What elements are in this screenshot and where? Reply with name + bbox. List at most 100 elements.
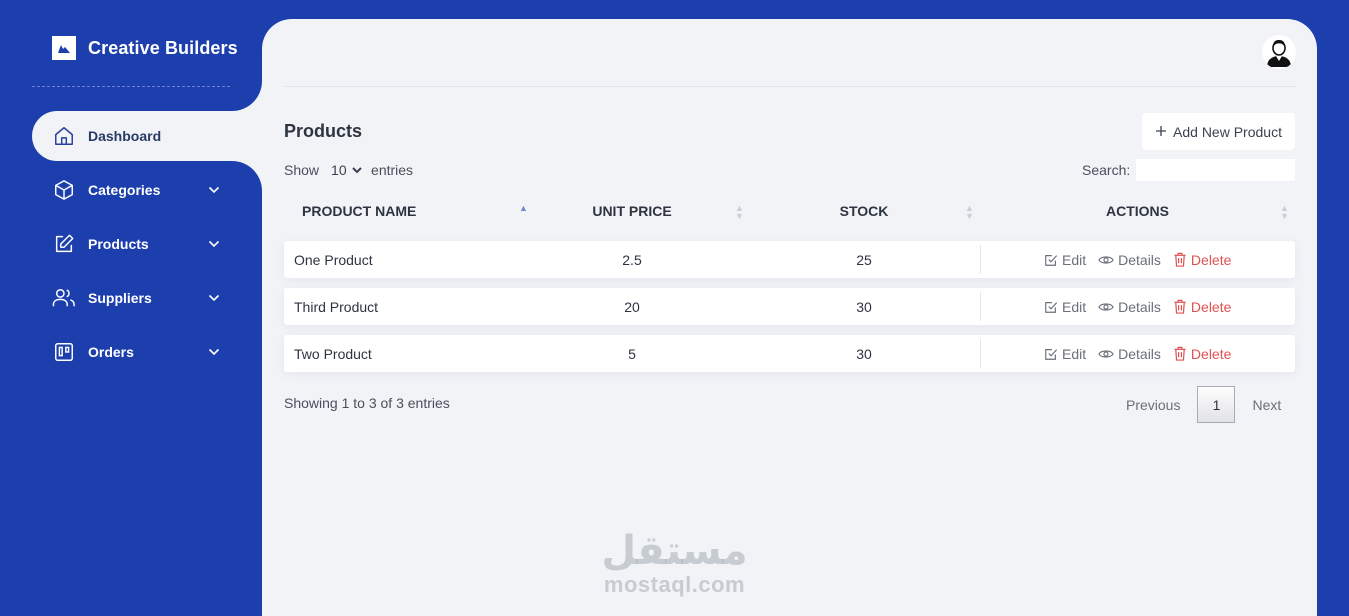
sidebar-item-label: Dashboard [88,128,162,144]
sort-both-icon: ▲ ▼ [965,203,974,221]
trash-icon [1174,299,1186,314]
edit-label: Edit [1062,345,1087,362]
edit-button[interactable]: Edit [1044,252,1086,268]
search-input[interactable] [1136,159,1296,181]
column-header-unit-price[interactable]: UNIT PRICE ▲ ▼ [532,191,744,231]
table-row[interactable]: Third Product 20 30 Edit Details Delete [284,288,1295,325]
column-header-label: ACTIONS [1106,203,1169,219]
actions-divider [980,292,981,321]
box-icon [52,178,76,202]
delete-button[interactable]: Delete [1173,299,1231,315]
delete-label: Delete [1190,345,1232,362]
product-name-cell: One Product [294,251,373,268]
user-avatar[interactable] [1262,35,1296,69]
brand-divider [32,86,240,87]
delete-label: Delete [1190,298,1232,315]
user-avatar-icon [1267,40,1291,67]
table-search: Search: [1082,159,1296,181]
edit-check-icon [1045,254,1058,266]
table-row[interactable]: One Product 2.5 25 Edit Details Delete [284,241,1295,278]
page-button-current[interactable]: 1 [1197,386,1236,423]
column-header-label: UNIT PRICE [592,203,672,219]
column-header-stock[interactable]: STOCK ▲ ▼ [764,191,974,231]
trash-icon [1174,252,1186,267]
sidebar-item-label: Orders [88,344,134,360]
unit-price-cell: 5 [628,345,636,362]
active-tab-corner-top [232,81,262,111]
delete-label: Delete [1190,251,1232,268]
details-button[interactable]: Details [1098,299,1161,315]
actions-divider [980,245,981,274]
brand-name: Creative Builders [88,37,238,58]
row-actions: Edit Details Delete [1044,335,1231,372]
show-label: Show [284,162,320,178]
row-actions: Edit Details Delete [1044,241,1231,278]
sidebar-item-products[interactable]: Products [32,219,262,269]
delete-button[interactable]: Delete [1173,346,1231,362]
watermark-latin: mostaql.com [603,572,746,597]
chevron-down-icon[interactable] [206,236,222,252]
entries-length-select[interactable]: 10 [325,161,366,179]
edit-icon [52,232,76,256]
stock-cell: 25 [856,251,872,268]
entries-length: Show 10 entries [284,161,413,179]
details-label: Details [1118,298,1161,315]
stock-cell: 30 [856,345,872,362]
actions-divider [980,339,981,368]
details-label: Details [1118,251,1161,268]
sort-asc-icon: ▲ [519,203,528,213]
next-page-button[interactable]: Next [1240,386,1293,423]
edit-check-icon [1045,348,1058,360]
sort-both-icon: ▲ ▼ [1280,203,1289,221]
chevron-down-icon[interactable] [206,182,222,198]
column-header-actions[interactable]: ACTIONS ▲ ▼ [1004,191,1289,231]
column-header-label: PRODUCT NAME [302,203,417,219]
table-info: Showing 1 to 3 of 3 entries [284,395,450,411]
previous-page-button[interactable]: Previous [1114,386,1192,423]
table-row[interactable]: Two Product 5 30 Edit Details Delete [284,335,1295,372]
chevron-down-icon[interactable] [206,290,222,306]
column-header-label: STOCK [839,203,889,219]
sidebar-nav: Dashboard Categories Products Suppliers [32,111,262,381]
sidebar-item-dashboard[interactable]: Dashboard [32,111,262,161]
active-tab-corner-bottom [232,161,262,191]
details-label: Details [1118,345,1161,362]
unit-price-cell: 2.5 [622,251,642,268]
plus-icon [1155,124,1167,140]
sidebar-item-categories[interactable]: Categories [32,165,262,215]
details-button[interactable]: Details [1098,252,1161,268]
delete-button[interactable]: Delete [1173,252,1231,268]
add-new-product-label: Add New Product [1173,123,1282,140]
sidebar-item-label: Categories [88,182,161,198]
product-name-cell: Two Product [294,345,372,362]
chevron-down-icon[interactable] [206,344,222,360]
pagination: Previous 1 Next [1114,386,1293,423]
details-button[interactable]: Details [1098,346,1161,362]
edit-check-icon [1045,301,1058,313]
edit-button[interactable]: Edit [1044,299,1086,315]
sidebar-item-label: Suppliers [88,290,152,306]
eye-icon [1098,255,1114,264]
eye-icon [1098,302,1114,311]
search-label: Search: [1082,162,1131,178]
row-actions: Edit Details Delete [1044,288,1231,325]
unit-price-cell: 20 [624,298,640,315]
brand[interactable]: Creative Builders [52,36,238,60]
sidebar-item-label: Products [88,236,149,252]
trash-icon [1174,346,1186,361]
trello-icon [52,340,76,364]
edit-button[interactable]: Edit [1044,346,1086,362]
page-title: Products [284,121,363,141]
column-header-product-name[interactable]: PRODUCT NAME ▲ [302,191,528,231]
home-icon [52,124,76,148]
sidebar-item-orders[interactable]: Orders [32,327,262,377]
edit-label: Edit [1062,298,1087,315]
sort-both-icon: ▲ ▼ [735,203,744,221]
watermark: مستقل mostaql.com [592,529,757,597]
add-new-product-button[interactable]: Add New Product [1142,113,1295,150]
watermark-arabic: مستقل [601,528,748,574]
main-content: Products Add New Product Show 10 entries… [262,19,1317,616]
sidebar-item-suppliers[interactable]: Suppliers [32,273,262,323]
entries-label: entries [371,162,414,178]
users-icon [52,286,76,310]
